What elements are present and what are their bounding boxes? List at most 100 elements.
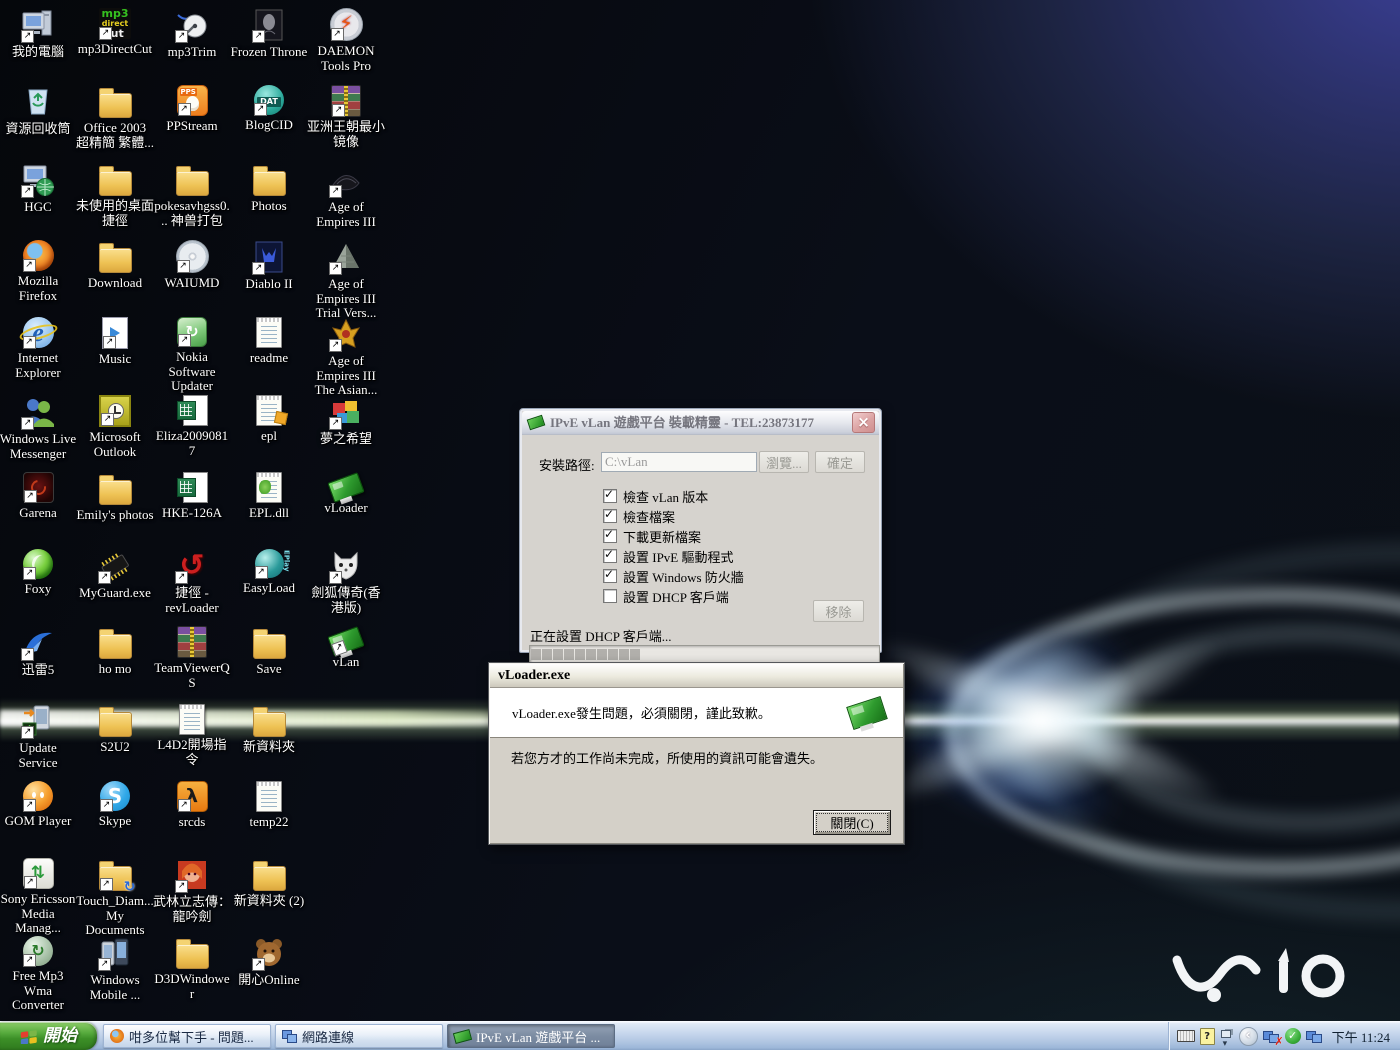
desktop-icon[interactable]: TeamViewerQS — [153, 626, 231, 690]
installer-dialog-titlebar[interactable]: IPvE vLan 遊戲平台 裝載精靈 - TEL:23873177 — [522, 411, 879, 435]
desktop-icon[interactable]: temp22 — [230, 781, 308, 830]
desktop-icon[interactable]: ↗我的電腦 — [0, 8, 77, 60]
desktop-icon-label: L4D2開場指令 — [153, 738, 231, 767]
start-button[interactable]: 開始 — [0, 1022, 97, 1050]
firefox-icon — [110, 1029, 124, 1043]
desktop-icon[interactable]: ↗Skype — [76, 781, 154, 829]
checkbox-icon[interactable] — [603, 569, 617, 583]
desktop-icon[interactable]: ↗EasyLoad — [230, 549, 308, 596]
taskbar-window-button[interactable]: 網路連線 — [275, 1024, 443, 1048]
desktop-icon[interactable]: ↗Windows Live Messenger — [0, 395, 77, 461]
desktop-icon[interactable]: ↗Music — [76, 317, 154, 367]
desktop-icon[interactable]: ↗BlogCID — [230, 85, 308, 133]
desktop-icon[interactable]: 新資料夾 (2) — [230, 858, 308, 909]
desktop-icon[interactable]: ho mo — [76, 626, 154, 677]
error-dialog-titlebar[interactable]: vLoader.exe — [490, 664, 903, 688]
desktop-icon[interactable]: ↻↗Touch_Diam... My Documents — [76, 858, 154, 938]
desktop-icon[interactable]: S2U2 — [76, 704, 154, 755]
install-option-label: 下載更新檔案 — [623, 527, 701, 546]
install-option[interactable]: 設置 IPvE 驅動程式 — [603, 547, 734, 565]
desktop-icon-label: TeamViewerQS — [153, 661, 231, 690]
install-status-text: 正在設置 DHCP 客戶端... — [530, 626, 671, 645]
install-option[interactable]: 下載更新檔案 — [603, 527, 701, 545]
desktop-icon[interactable]: ↗DAEMON Tools Pro — [307, 8, 385, 73]
taskbar-window-button[interactable]: 咁多位幫下手 - 問題... — [103, 1024, 271, 1048]
install-option[interactable]: 設置 Windows 防火牆 — [603, 567, 744, 585]
desktop-icon[interactable]: ↗WAIUMD — [153, 240, 231, 291]
lan-connection-icon[interactable] — [1306, 1029, 1323, 1043]
system-tray: ‹✗✓ 下午 11:24 — [1168, 1022, 1400, 1050]
desktop-icon[interactable]: pokesavhgss0... 神兽打包 — [153, 163, 231, 228]
desktop-icon[interactable]: ↗Mozilla Firefox — [0, 240, 77, 303]
security-check-icon[interactable]: ✓ — [1285, 1028, 1301, 1044]
desktop-icon[interactable]: 未使用的桌面捷徑 — [76, 163, 154, 228]
desktop-icon[interactable]: ↗Age of Empires III Trial Vers... — [307, 240, 385, 321]
desktop-icon[interactable]: ↗Windows Mobile ... — [76, 936, 154, 1002]
desktop-icon[interactable]: ↗Nokia Software Updater — [153, 317, 231, 394]
restore-window-icon[interactable] — [1220, 1027, 1234, 1045]
desktop-icon[interactable]: Save — [230, 626, 308, 677]
checkbox-icon[interactable] — [603, 509, 617, 523]
desktop-icon[interactable]: ↗Garena — [0, 472, 77, 521]
taskbar-window-button[interactable]: IPvE vLan 遊戲平台 ... — [447, 1024, 615, 1048]
install-option-label: 設置 Windows 防火牆 — [623, 567, 744, 586]
checkbox-icon[interactable] — [603, 549, 617, 563]
desktop-icon[interactable]: HKE-126A — [153, 472, 231, 521]
desktop-icon[interactable]: ↗Free Mp3 Wma Converter — [0, 936, 77, 1013]
desktop-icon[interactable]: Emily's photos — [76, 472, 154, 523]
desktop-icon[interactable]: ↗Update Service — [0, 704, 77, 770]
close-error-button[interactable]: 關閉(C) — [813, 810, 891, 835]
checkbox-icon[interactable] — [603, 589, 617, 603]
desktop-icon[interactable]: D3DWindower — [153, 936, 231, 1001]
desktop-icon[interactable]: ↗Age of Empires III — [307, 163, 385, 229]
desktop-icon[interactable]: ↗MyGuard.exe — [76, 549, 154, 601]
desktop-icon[interactable]: readme — [230, 317, 308, 366]
desktop-icon[interactable]: 資源回收筒 — [0, 85, 77, 137]
desktop-icon[interactable]: ↗Foxy — [0, 549, 77, 597]
desktop-icon[interactable]: L4D2開場指令 — [153, 704, 231, 767]
desktop-icon[interactable]: Eliza20090817 — [153, 395, 231, 458]
desktop-icon[interactable]: ↗武林立志傳：龍吟劍 — [153, 858, 231, 924]
desktop-icon-label: 資源回收筒 — [5, 122, 70, 137]
desktop-icon[interactable]: ↗夢之希望 — [307, 395, 385, 447]
desktop-icon[interactable]: ↗mp3Trim — [153, 8, 231, 60]
install-option[interactable]: 檢查 vLan 版本 — [603, 487, 708, 505]
desktop-icon[interactable]: ↗Diablo II — [230, 240, 308, 292]
desktop-icon[interactable]: ↗捷徑 - revLoader — [153, 549, 231, 615]
remove-button[interactable]: 移除 — [813, 600, 864, 622]
close-icon[interactable] — [852, 412, 875, 433]
network-disconnected-icon[interactable]: ✗ — [1263, 1029, 1280, 1043]
desktop-icon[interactable]: ↗Internet Explorer — [0, 317, 77, 380]
install-option[interactable]: 檢查檔案 — [603, 507, 675, 525]
install-option[interactable]: 設置 DHCP 客戶端 — [603, 587, 729, 605]
desktop-icon[interactable]: ↗Age of Empires III The Asian... — [307, 317, 385, 398]
desktop-icon[interactable]: ↗srcds — [153, 781, 231, 830]
desktop-icon[interactable]: vLoader — [307, 472, 385, 516]
desktop-icon[interactable]: ↗Frozen Throne — [230, 8, 308, 60]
desktop-icon[interactable]: ↗Sony Ericsson Media Manag... — [0, 858, 77, 936]
checkbox-icon[interactable] — [603, 529, 617, 543]
desktop-icon[interactable]: Download — [76, 240, 154, 291]
desktop-icon[interactable]: 新資料夾 — [230, 704, 308, 755]
progress-segment — [586, 649, 596, 660]
desktop-icon[interactable]: ↗亚洲王朝最小镜像 — [307, 85, 385, 149]
desktop-icon[interactable]: ↗迅雷5 — [0, 626, 77, 678]
desktop-icon[interactable]: Office 2003 超精簡 繁體... — [76, 85, 154, 150]
desktop-icon[interactable]: ↗Microsoft Outlook — [76, 395, 154, 459]
desktop-icon[interactable]: EPL.dll — [230, 472, 308, 521]
desktop-icon[interactable]: ↗GOM Player — [0, 781, 77, 829]
input-method-keyboard-icon[interactable] — [1177, 1030, 1195, 1042]
desktop-icon[interactable]: ↗劍狐傳奇(香港版) — [307, 549, 385, 615]
desktop-icon[interactable]: ↗開心Online — [230, 936, 308, 988]
desktop-icon[interactable]: ↗HGC — [0, 163, 77, 215]
desktop-icon-label: D3DWindower — [153, 972, 231, 1001]
desktop-icon[interactable]: ↗vLan — [307, 626, 385, 670]
desktop-icon[interactable]: mp3direct:ut↗mp3DirectCut — [76, 8, 154, 57]
help-icon[interactable] — [1200, 1028, 1215, 1045]
collapse-chevron-icon[interactable]: ‹ — [1239, 1027, 1258, 1046]
checkbox-icon[interactable] — [603, 489, 617, 503]
desktop-icon[interactable]: Photos — [230, 163, 308, 214]
desktop-icon[interactable]: epl — [230, 395, 308, 444]
shortcut-arrow-icon: ↗ — [23, 336, 36, 349]
desktop-icon[interactable]: ↗PPStream — [153, 85, 231, 134]
